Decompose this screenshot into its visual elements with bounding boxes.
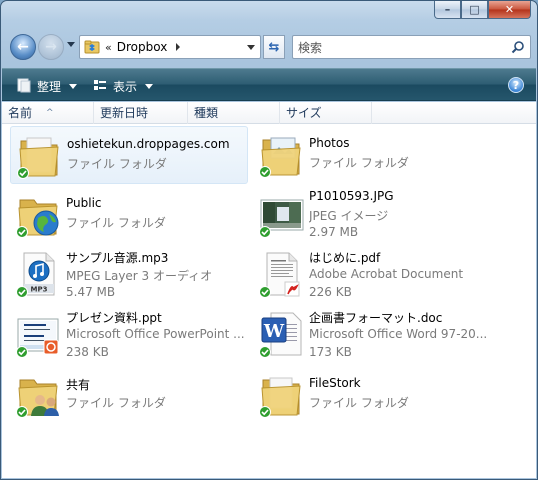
- search-icon[interactable]: [511, 40, 525, 57]
- caption-buttons: – □ ✕: [434, 1, 531, 19]
- item-name: P1010593.JPG: [309, 189, 394, 203]
- item-name: はじめに.pdf: [309, 251, 381, 265]
- maximize-button[interactable]: □: [461, 1, 488, 19]
- organize-button[interactable]: 整理: [16, 76, 78, 96]
- refresh-button[interactable]: ⇆: [263, 35, 285, 59]
- list-item[interactable]: MP3 サンプル音源.mp3 MPEG Layer 3 オーディオ 5.47 M…: [10, 246, 248, 304]
- chevron-down-icon: [69, 83, 78, 89]
- views-icon: [92, 77, 108, 96]
- dropbox-folder-icon: [84, 39, 100, 55]
- breadcrumb-overflow[interactable]: «: [105, 41, 112, 54]
- close-button[interactable]: ✕: [488, 1, 531, 19]
- column-header-label: 名前: [8, 106, 33, 120]
- item-name: 企画書フォーマット.doc: [309, 311, 443, 325]
- photos-folder-icon: [259, 130, 305, 178]
- item-type: ファイル フォルダ: [66, 396, 166, 410]
- sync-ok-icon: [259, 346, 271, 358]
- item-size: 238 KB: [66, 345, 109, 359]
- list-item[interactable]: 共有 ファイル フォルダ: [10, 366, 248, 424]
- mp3-file-icon: MP3: [16, 250, 62, 298]
- organize-label: 整理: [37, 79, 62, 94]
- list-item[interactable]: Public ファイル フォルダ: [10, 186, 248, 244]
- item-name: Public: [66, 196, 102, 210]
- pdf-file-icon: [259, 250, 305, 298]
- sync-ok-icon: [259, 166, 271, 178]
- forward-button[interactable]: →: [38, 34, 64, 60]
- address-dropdown-arrow[interactable]: [247, 45, 255, 50]
- item-type: ファイル フォルダ: [66, 216, 166, 230]
- jpeg-thumbnail-icon: [259, 190, 305, 238]
- item-type: MPEG Layer 3 オーディオ: [66, 269, 213, 283]
- item-type: Adobe Acrobat Document: [309, 267, 464, 281]
- breadcrumb-dropbox[interactable]: Dropbox: [117, 40, 168, 54]
- public-folder-icon: [16, 190, 62, 238]
- list-item[interactable]: FileStork ファイル フォルダ: [253, 366, 491, 424]
- views-button[interactable]: 表示: [92, 76, 154, 96]
- list-item[interactable]: プレゼン資料.ppt Microsoft Office PowerPoint .…: [10, 306, 248, 364]
- item-name: Photos: [309, 136, 350, 150]
- svg-text:W: W: [263, 321, 285, 342]
- item-size: 226 KB: [309, 285, 352, 299]
- explorer-window: – □ ✕ ← → « Dropbox ⇆ 検索 整理 表示 ? 名前 ^ 更新…: [0, 0, 538, 480]
- column-header-type[interactable]: 種類: [188, 102, 280, 124]
- file-list: oshietekun.droppages.com ファイル フォルダ Photo…: [2, 124, 536, 478]
- item-size: 2.97 MB: [309, 225, 359, 239]
- sync-ok-icon: [259, 286, 271, 298]
- item-name: プレゼン資料.ppt: [66, 311, 162, 325]
- minimize-button[interactable]: –: [434, 1, 461, 19]
- column-header-modified[interactable]: 更新日時: [94, 102, 188, 124]
- column-header-size[interactable]: サイズ: [280, 102, 372, 124]
- item-size: 5.47 MB: [66, 285, 116, 299]
- sync-ok-icon: [16, 226, 28, 238]
- column-header-label: 種類: [194, 106, 219, 120]
- help-button[interactable]: ?: [508, 77, 524, 93]
- ppt-file-icon: [16, 310, 62, 358]
- list-item[interactable]: はじめに.pdf Adobe Acrobat Document 226 KB: [253, 246, 491, 304]
- sync-ok-icon: [16, 286, 28, 298]
- folder-icon: [259, 370, 305, 418]
- item-type: Microsoft Office PowerPoint ...: [66, 327, 244, 341]
- list-item[interactable]: oshietekun.droppages.com ファイル フォルダ: [10, 126, 248, 184]
- folder-icon: [17, 131, 63, 179]
- list-item[interactable]: W 企画書フォーマット.doc Microsoft Office Word 97…: [253, 306, 491, 364]
- chevron-down-icon: [145, 83, 154, 89]
- item-name: oshietekun.droppages.com: [67, 137, 230, 151]
- recent-pages-dropdown[interactable]: [67, 42, 75, 47]
- views-label: 表示: [113, 79, 138, 94]
- breadcrumb-chevron-icon[interactable]: [176, 43, 181, 51]
- back-button[interactable]: ←: [10, 34, 36, 60]
- item-name: 共有: [66, 378, 91, 392]
- address-bar[interactable]: « Dropbox: [79, 35, 261, 59]
- svg-text:MP3: MP3: [31, 286, 48, 294]
- sync-ok-icon: [259, 226, 271, 238]
- command-toolbar: 整理 表示 ?: [2, 68, 536, 101]
- item-type: Microsoft Office Word 97-20...: [309, 327, 487, 341]
- column-header-label: サイズ: [286, 106, 322, 120]
- list-item[interactable]: Photos ファイル フォルダ: [253, 126, 491, 184]
- item-size: 173 KB: [309, 345, 352, 359]
- shared-folder-icon: [16, 370, 62, 418]
- column-headers: 名前 ^ 更新日時 種類 サイズ: [2, 102, 536, 124]
- sync-ok-icon: [16, 346, 28, 358]
- item-type: JPEG イメージ: [309, 209, 389, 223]
- navigation-bar: ← → « Dropbox ⇆ 検索: [9, 32, 531, 62]
- item-type: ファイル フォルダ: [67, 157, 167, 171]
- list-item[interactable]: P1010593.JPG JPEG イメージ 2.97 MB: [253, 186, 491, 244]
- word-file-icon: W: [259, 310, 305, 358]
- column-header-label: 更新日時: [100, 106, 149, 120]
- sort-ascending-icon: ^: [46, 108, 54, 118]
- organize-icon: [16, 77, 32, 96]
- item-name: サンプル音源.mp3: [66, 251, 169, 265]
- search-box[interactable]: 検索: [292, 35, 531, 59]
- item-type: ファイル フォルダ: [309, 156, 409, 170]
- sync-ok-icon: [16, 406, 28, 418]
- item-name: FileStork: [309, 376, 361, 390]
- search-placeholder: 検索: [298, 40, 323, 55]
- column-header-name[interactable]: 名前 ^: [2, 102, 94, 124]
- item-type: ファイル フォルダ: [309, 396, 409, 410]
- sync-ok-icon: [259, 406, 271, 418]
- sync-ok-icon: [17, 167, 29, 179]
